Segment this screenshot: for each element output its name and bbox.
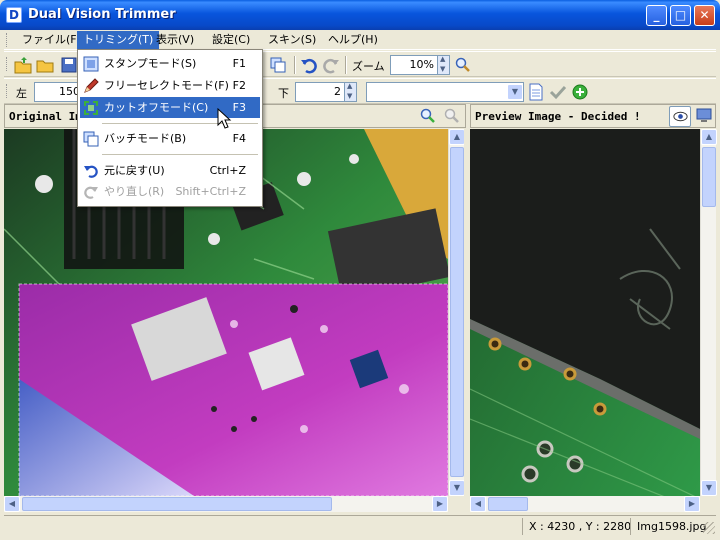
zoom-in-icon[interactable]: [419, 107, 437, 125]
cutoff-mode-icon: [84, 101, 98, 115]
menu-item-free-select-mode[interactable]: フリーセレクトモード(F) F2: [80, 75, 260, 96]
menu-bar: ファイル(F) トリミング(T) 表示(V) 設定(C) スキン(S) ヘルプ(…: [4, 30, 716, 50]
maximize-button[interactable]: □: [670, 5, 691, 26]
menu-item-label: カットオフモード(C): [104, 101, 209, 114]
zoom-search-icon[interactable]: [454, 56, 472, 74]
scroll-left-icon[interactable]: ◀: [470, 496, 486, 512]
preview-pane-title: Preview Image - Decided !: [475, 110, 641, 123]
menu-item-label: スタンプモード(S): [104, 57, 197, 70]
pen-icon: [84, 78, 99, 93]
preview-image-view[interactable]: [470, 129, 700, 496]
zoom-label: ズーム: [352, 60, 385, 73]
zoom-spinner[interactable]: [437, 55, 450, 75]
bottom-spinner[interactable]: [344, 82, 357, 102]
title-bar[interactable]: D Dual Vision Trimmer _ □ ✕: [0, 0, 720, 30]
zoom-input[interactable]: 10%: [390, 55, 438, 75]
scroll-left-icon[interactable]: ◀: [4, 496, 20, 512]
scroll-up-icon[interactable]: ▲: [701, 129, 717, 145]
preview-horizontal-scrollbar[interactable]: ◀ ▶: [470, 496, 700, 512]
preview-vertical-scrollbar[interactable]: ▲ ▼: [700, 129, 717, 496]
add-icon[interactable]: [571, 83, 589, 101]
menu-item-batch-mode[interactable]: バッチモード(B) F4: [80, 128, 260, 149]
monitor-icon[interactable]: [695, 107, 713, 125]
zoom-out-icon[interactable]: [443, 107, 461, 125]
toolbar-separator: [294, 56, 296, 74]
menu-item-shortcut: Shift+Ctrl+Z: [175, 185, 246, 198]
menu-settings[interactable]: 設定(C): [206, 31, 256, 49]
scroll-down-icon[interactable]: ▼: [701, 480, 717, 496]
preview-pane-header: Preview Image - Decided !: [470, 104, 716, 128]
original-horizontal-scrollbar[interactable]: ◀ ▶: [4, 496, 448, 512]
minimize-button[interactable]: _: [646, 5, 667, 26]
bottom-input[interactable]: 2: [295, 82, 345, 102]
close-button[interactable]: ✕: [694, 5, 715, 26]
menu-item-shortcut: F4: [232, 132, 246, 145]
window-icon[interactable]: [269, 56, 287, 74]
menu-item-shortcut: F2: [232, 79, 246, 92]
menu-item-shortcut: F3: [232, 101, 246, 114]
combo-dropdown-icon[interactable]: ▼: [507, 84, 523, 100]
toolbar-grip: [6, 57, 9, 71]
resize-grip[interactable]: [703, 522, 715, 534]
trimming-menu-dropdown: スタンプモード(S) F1 フリーセレクトモード(F) F2 カットオフモード(…: [77, 49, 263, 207]
menu-item-label: やり直し(R): [104, 185, 165, 198]
stamp-mode-icon: [83, 56, 99, 72]
undo-icon: [84, 165, 98, 178]
menu-item-shortcut: F1: [232, 57, 246, 70]
menu-view[interactable]: 表示(V): [150, 31, 200, 49]
window-title: Dual Vision Trimmer: [28, 7, 176, 22]
preview-vscroll-thumb[interactable]: [702, 147, 716, 207]
original-vscroll-thumb[interactable]: [450, 147, 464, 477]
document-icon[interactable]: [527, 83, 545, 101]
toolbar-separator: [345, 56, 347, 74]
menu-trimming[interactable]: トリミング(T): [77, 31, 160, 49]
redo-icon: [84, 186, 98, 199]
status-bar: X : 4230 , Y : 2280 Img1598.jpg: [4, 515, 716, 536]
eye-toggle-button[interactable]: [669, 106, 691, 127]
menu-item-redo: やり直し(R) Shift+Ctrl+Z: [80, 181, 260, 202]
scroll-right-icon[interactable]: ▶: [432, 496, 448, 512]
bottom-label: 下: [278, 87, 289, 100]
undo-icon[interactable]: [300, 56, 318, 74]
preset-combo[interactable]: [366, 82, 524, 102]
save-icon[interactable]: [60, 56, 78, 74]
open-image-icon[interactable]: [14, 56, 32, 74]
redo-icon[interactable]: [322, 56, 340, 74]
open-folder-icon[interactable]: [36, 56, 54, 74]
status-coordinates: X : 4230 , Y : 2280: [522, 518, 637, 535]
menu-item-label: バッチモード(B): [104, 132, 187, 145]
menu-help[interactable]: ヘルプ(H): [322, 31, 384, 49]
app-icon: D: [6, 7, 22, 23]
preview-hscroll-thumb[interactable]: [488, 497, 528, 511]
menu-grip: [6, 33, 9, 47]
menu-item-shortcut: Ctrl+Z: [209, 164, 246, 177]
status-filename: Img1598.jpg: [630, 518, 712, 535]
menu-item-stamp-mode[interactable]: スタンプモード(S) F1: [80, 53, 260, 74]
scroll-right-icon[interactable]: ▶: [684, 496, 700, 512]
original-vertical-scrollbar[interactable]: ▲ ▼: [448, 129, 465, 496]
mouse-cursor-icon: [217, 108, 232, 129]
left-label: 左: [16, 87, 27, 100]
menu-item-cutoff-mode[interactable]: カットオフモード(C) F3: [80, 97, 260, 118]
scroll-up-icon[interactable]: ▲: [449, 129, 465, 145]
toolbar-grip: [6, 84, 9, 98]
batch-mode-icon: [83, 131, 99, 147]
scroll-down-icon[interactable]: ▼: [449, 480, 465, 496]
menu-separator: [102, 123, 258, 124]
preview-pcb-image: [470, 129, 700, 496]
menu-separator: [102, 154, 258, 155]
menu-item-label: フリーセレクトモード(F): [104, 79, 229, 92]
original-hscroll-thumb[interactable]: [22, 497, 332, 511]
menu-skin[interactable]: スキン(S): [262, 31, 322, 49]
eye-icon: [673, 111, 688, 122]
menu-item-label: 元に戻す(U): [104, 164, 165, 177]
check-icon[interactable]: [549, 83, 567, 101]
menu-item-undo[interactable]: 元に戻す(U) Ctrl+Z: [80, 160, 260, 181]
